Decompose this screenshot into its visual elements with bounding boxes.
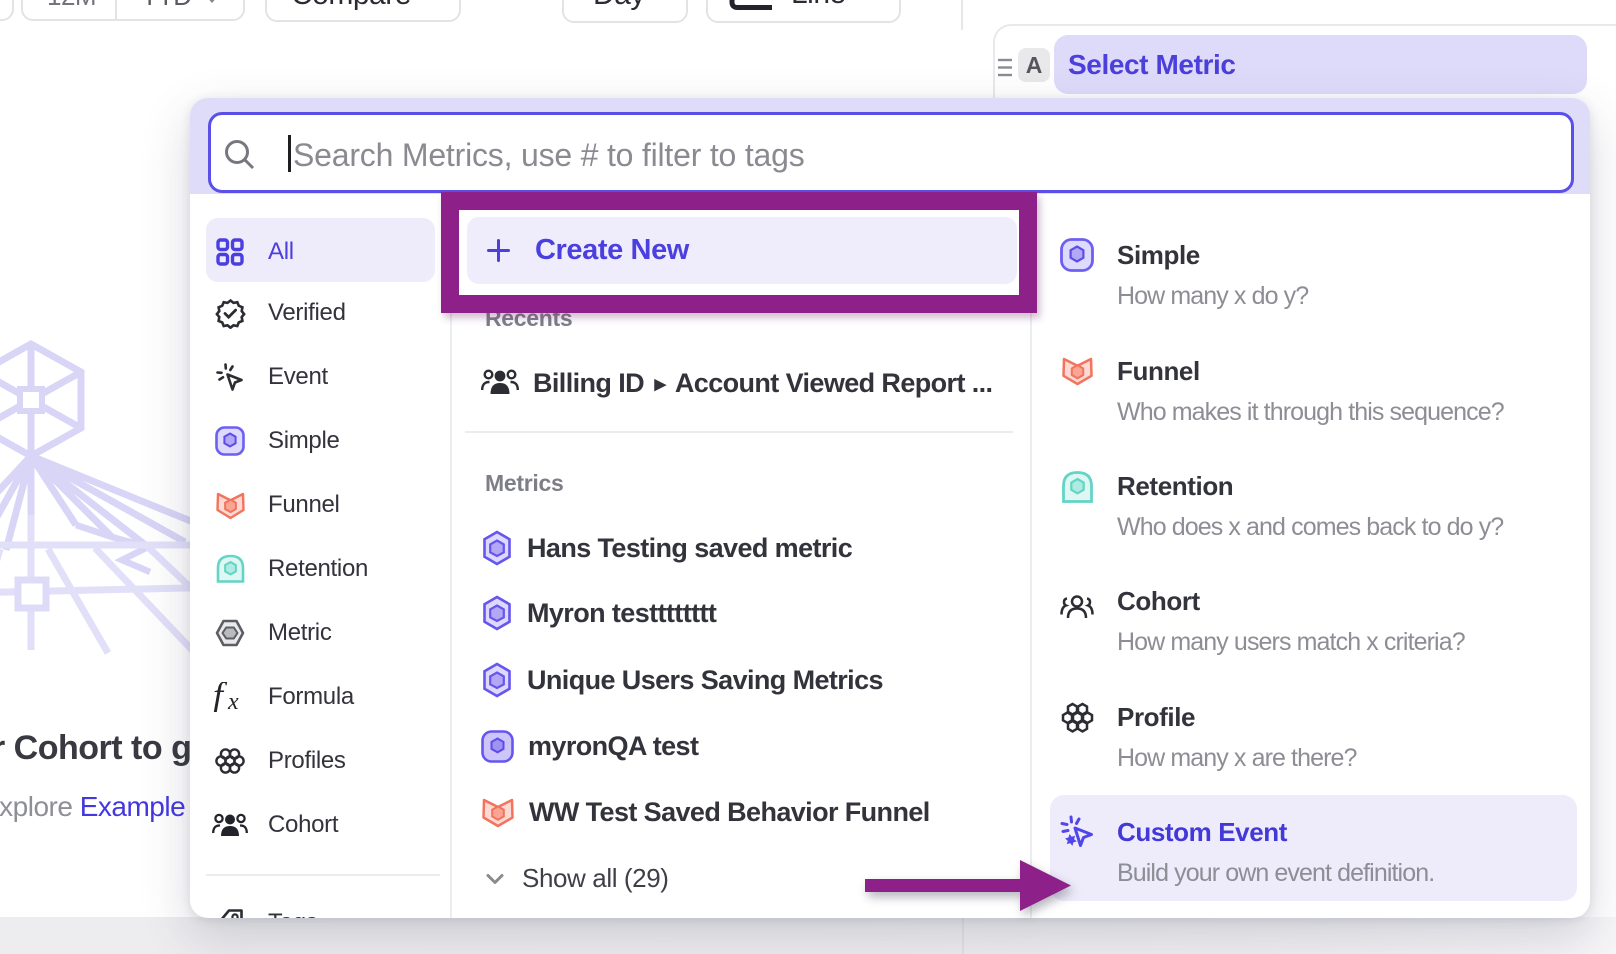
svg-text:x: x	[227, 689, 239, 712]
svg-text:f: f	[213, 682, 228, 712]
